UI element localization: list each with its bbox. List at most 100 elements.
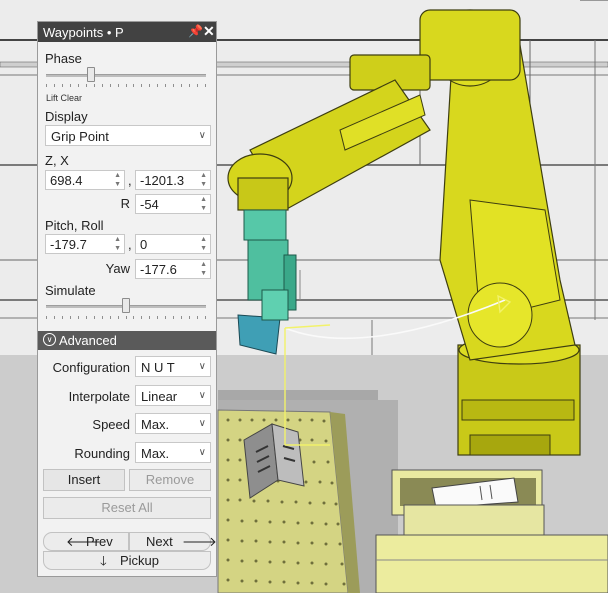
interpolate-value: Linear (141, 389, 178, 404)
phase-value-label: Lift Clear (46, 93, 83, 103)
slider-tick (189, 84, 191, 87)
phase-slider-ticks (46, 84, 206, 88)
spin-arrows-icon[interactable]: ▲ ▼ (114, 171, 121, 189)
slider-tick (181, 84, 183, 87)
slider-tick (205, 84, 206, 87)
arrow-right-icon: 🡒 (182, 534, 217, 549)
spin-arrows-icon[interactable]: ▲ ▼ (200, 171, 207, 189)
roll-value: 0 (140, 237, 148, 252)
zx-label: Z, X (45, 153, 69, 168)
yaw-value: -177.6 (140, 262, 177, 277)
pickup-label: Pickup (120, 553, 160, 568)
speed-select[interactable]: Max. ∨ (135, 413, 211, 434)
phase-label: Phase (45, 51, 82, 66)
display-value: Grip Point (51, 129, 109, 144)
next-label: Next (146, 534, 173, 549)
simulate-label: Simulate (45, 283, 96, 298)
panel-title: Waypoints • P (43, 25, 124, 40)
advanced-section-header[interactable]: ∨ Advanced (38, 331, 216, 350)
slider-tick (141, 316, 143, 319)
display-label: Display (45, 109, 88, 124)
z-value: 698.4 (50, 173, 83, 188)
phase-slider-thumb[interactable] (87, 67, 96, 82)
slider-tick (46, 316, 47, 319)
slider-tick (189, 316, 191, 319)
slider-tick (125, 316, 127, 319)
pin-icon[interactable]: 📌 (188, 24, 203, 38)
chevron-down-icon: ∨ (198, 418, 206, 429)
slider-tick (61, 316, 63, 319)
chevron-down-icon: ∨ (198, 390, 206, 401)
close-icon[interactable]: ✕ (203, 23, 215, 40)
x-input[interactable]: -1201.3 ▲ ▼ (135, 170, 211, 190)
speed-label: Speed (92, 417, 130, 432)
slider-tick (53, 84, 55, 87)
roll-input[interactable]: 0 ▲ ▼ (135, 234, 211, 254)
zx-separator: , (128, 173, 132, 188)
slider-tick (117, 316, 119, 319)
slider-tick (165, 316, 167, 319)
yaw-input[interactable]: -177.6 ▲ ▼ (135, 259, 211, 279)
spin-arrows-icon[interactable]: ▲ ▼ (200, 195, 207, 213)
yaw-label: Yaw (105, 261, 130, 276)
slider-tick (181, 316, 183, 319)
reset-all-button[interactable]: Reset All (43, 497, 211, 519)
rounding-label: Rounding (74, 446, 130, 461)
display-select[interactable]: Grip Point ∨ (45, 125, 211, 146)
slider-tick (93, 84, 95, 87)
configuration-label: Configuration (52, 360, 130, 375)
slider-tick (109, 316, 111, 319)
spin-arrows-icon[interactable]: ▲ ▼ (200, 235, 207, 253)
slider-tick (69, 316, 71, 319)
prev-label: Prev (86, 534, 113, 549)
insert-button[interactable]: Insert (43, 469, 125, 491)
slider-tick (133, 316, 135, 319)
chevron-down-icon: ∨ (198, 361, 206, 372)
slider-tick (205, 316, 206, 319)
slider-tick (149, 84, 151, 87)
slider-tick (69, 84, 71, 87)
slider-tick (46, 84, 47, 87)
r-label: R (120, 196, 130, 211)
pitch-roll-separator: , (128, 237, 132, 252)
slider-tick (101, 316, 103, 319)
phase-slider-track[interactable] (46, 74, 206, 77)
interpolate-select[interactable]: Linear ∨ (135, 385, 211, 406)
slider-tick (77, 316, 79, 319)
waypoints-panel: Waypoints • P 📌 ✕ Phase Lift Clear Displ… (37, 21, 217, 577)
configuration-select[interactable]: N U T ∨ (135, 356, 211, 377)
slider-tick (61, 84, 63, 87)
r-value: -54 (140, 197, 159, 212)
simulate-slider-thumb[interactable] (122, 298, 130, 313)
slider-tick (157, 316, 159, 319)
slider-tick (133, 84, 135, 87)
slider-tick (117, 84, 119, 87)
advanced-header-label: Advanced (59, 333, 117, 348)
simulate-slider-ticks (46, 316, 206, 320)
slider-tick (149, 316, 151, 319)
slider-tick (125, 84, 127, 87)
slider-tick (53, 316, 55, 319)
pickup-button[interactable]: 🡓 Pickup (43, 551, 211, 570)
remove-button[interactable]: Remove (129, 469, 211, 491)
z-input[interactable]: 698.4 ▲ ▼ (45, 170, 125, 190)
arrow-down-icon: 🡓 (100, 553, 107, 568)
slider-tick (173, 316, 175, 319)
slider-tick (141, 84, 143, 87)
interpolate-label: Interpolate (68, 389, 130, 404)
slider-tick (109, 84, 111, 87)
prev-button[interactable]: 🡐 Prev (43, 532, 129, 551)
chevron-down-icon: ∨ (198, 447, 206, 458)
slider-tick (197, 84, 199, 87)
spin-arrows-icon[interactable]: ▲ ▼ (114, 235, 121, 253)
r-input[interactable]: -54 ▲ ▼ (135, 194, 211, 214)
spin-arrows-icon[interactable]: ▲ ▼ (200, 260, 207, 278)
slider-tick (157, 84, 159, 87)
next-button[interactable]: Next 🡒 (129, 532, 217, 551)
slider-tick (197, 316, 199, 319)
rounding-select[interactable]: Max. ∨ (135, 442, 211, 463)
pitch-value: -179.7 (50, 237, 87, 252)
pitch-input[interactable]: -179.7 ▲ ▼ (45, 234, 125, 254)
slider-tick (85, 316, 87, 319)
panel-titlebar[interactable]: Waypoints • P 📌 ✕ (38, 22, 216, 42)
